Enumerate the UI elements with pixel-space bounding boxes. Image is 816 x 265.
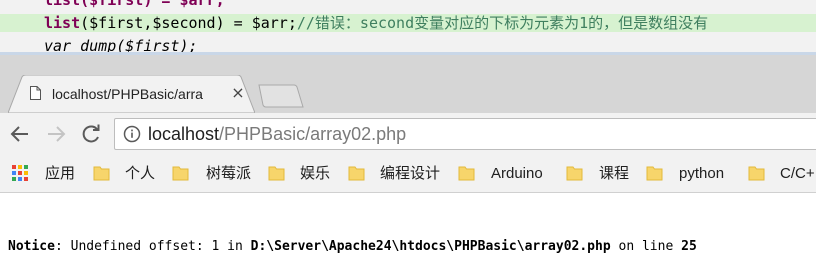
code-editor: list($first) = $arr; list($first,$second… xyxy=(0,0,816,55)
code-line-1-text: list($first) = $arr; xyxy=(44,0,225,9)
bookmark-label: 应用 xyxy=(45,165,76,182)
notice-label: Notice xyxy=(8,239,55,254)
page-icon xyxy=(30,86,41,100)
url-host: localhost xyxy=(148,124,220,144)
browser-toolbar: localhost/PHPBasic/array02.php xyxy=(0,113,816,155)
tab-strip: localhost/PHPBasic/arra × xyxy=(0,55,816,113)
tab-title: localhost/PHPBasic/arra xyxy=(52,86,203,102)
folder-icon xyxy=(172,166,189,181)
code-line-1: list($first) = $arr; xyxy=(0,0,816,9)
url-text[interactable]: localhost/PHPBasic/array02.php xyxy=(148,123,406,145)
code-line-2-code: ($first,$second) = $arr; xyxy=(80,14,297,32)
bookmark-label: 个人 xyxy=(125,165,156,182)
back-arrow-icon[interactable] xyxy=(8,122,32,146)
close-icon[interactable]: × xyxy=(228,83,248,103)
notice-file-path: D:\Server\Apache24\htdocs\PHPBasic\array… xyxy=(250,239,611,254)
bookmark-label: 娱乐 xyxy=(300,165,331,182)
url-path: /PHPBasic/array02.php xyxy=(219,124,407,144)
folder-icon xyxy=(458,166,475,181)
apps-grid-icon xyxy=(12,165,28,181)
notice-on-line: on line xyxy=(610,239,682,254)
folder-icon xyxy=(748,166,765,181)
bookmark-label: python xyxy=(679,165,725,182)
bookmark-label: 课程 xyxy=(599,165,630,182)
info-icon[interactable] xyxy=(123,125,141,143)
notice-line-number: 25 xyxy=(681,239,697,254)
reload-icon[interactable] xyxy=(79,122,103,146)
folder-icon xyxy=(268,166,285,181)
tab-array02[interactable]: localhost/PHPBasic/arra × xyxy=(8,75,255,113)
notice-message: : Undefined offset: 1 in xyxy=(54,239,251,254)
new-tab-button[interactable] xyxy=(258,84,304,108)
code-line-2-highlighted: list($first,$second) = $arr;//错误：second变… xyxy=(0,14,816,32)
forward-arrow-icon[interactable] xyxy=(44,122,68,146)
bookmark-label: Arduino xyxy=(491,165,543,182)
bookmark-label: C/C+ xyxy=(780,165,815,182)
code-keyword-list: list xyxy=(44,14,81,32)
bookmarks-bar: 应用 个人 树莓派 娱乐 编程设计 Arduino 课程 python C/C+ xyxy=(0,155,816,193)
folder-icon xyxy=(93,166,110,181)
address-bar[interactable]: localhost/PHPBasic/array02.php xyxy=(114,118,816,150)
page-content: Notice: Undefined offset: 1 in D:\Server… xyxy=(0,193,816,265)
folder-icon xyxy=(646,166,663,181)
bookmark-label: 树莓派 xyxy=(206,165,252,182)
php-notice-message: Notice: Undefined offset: 1 in D:\Server… xyxy=(8,239,697,255)
folder-icon xyxy=(566,166,583,181)
folder-icon xyxy=(348,166,365,181)
bookmark-label: 编程设计 xyxy=(380,165,441,182)
code-comment: //错误：second变量对应的下标为元素为1的，但是数组没有 xyxy=(296,14,709,32)
